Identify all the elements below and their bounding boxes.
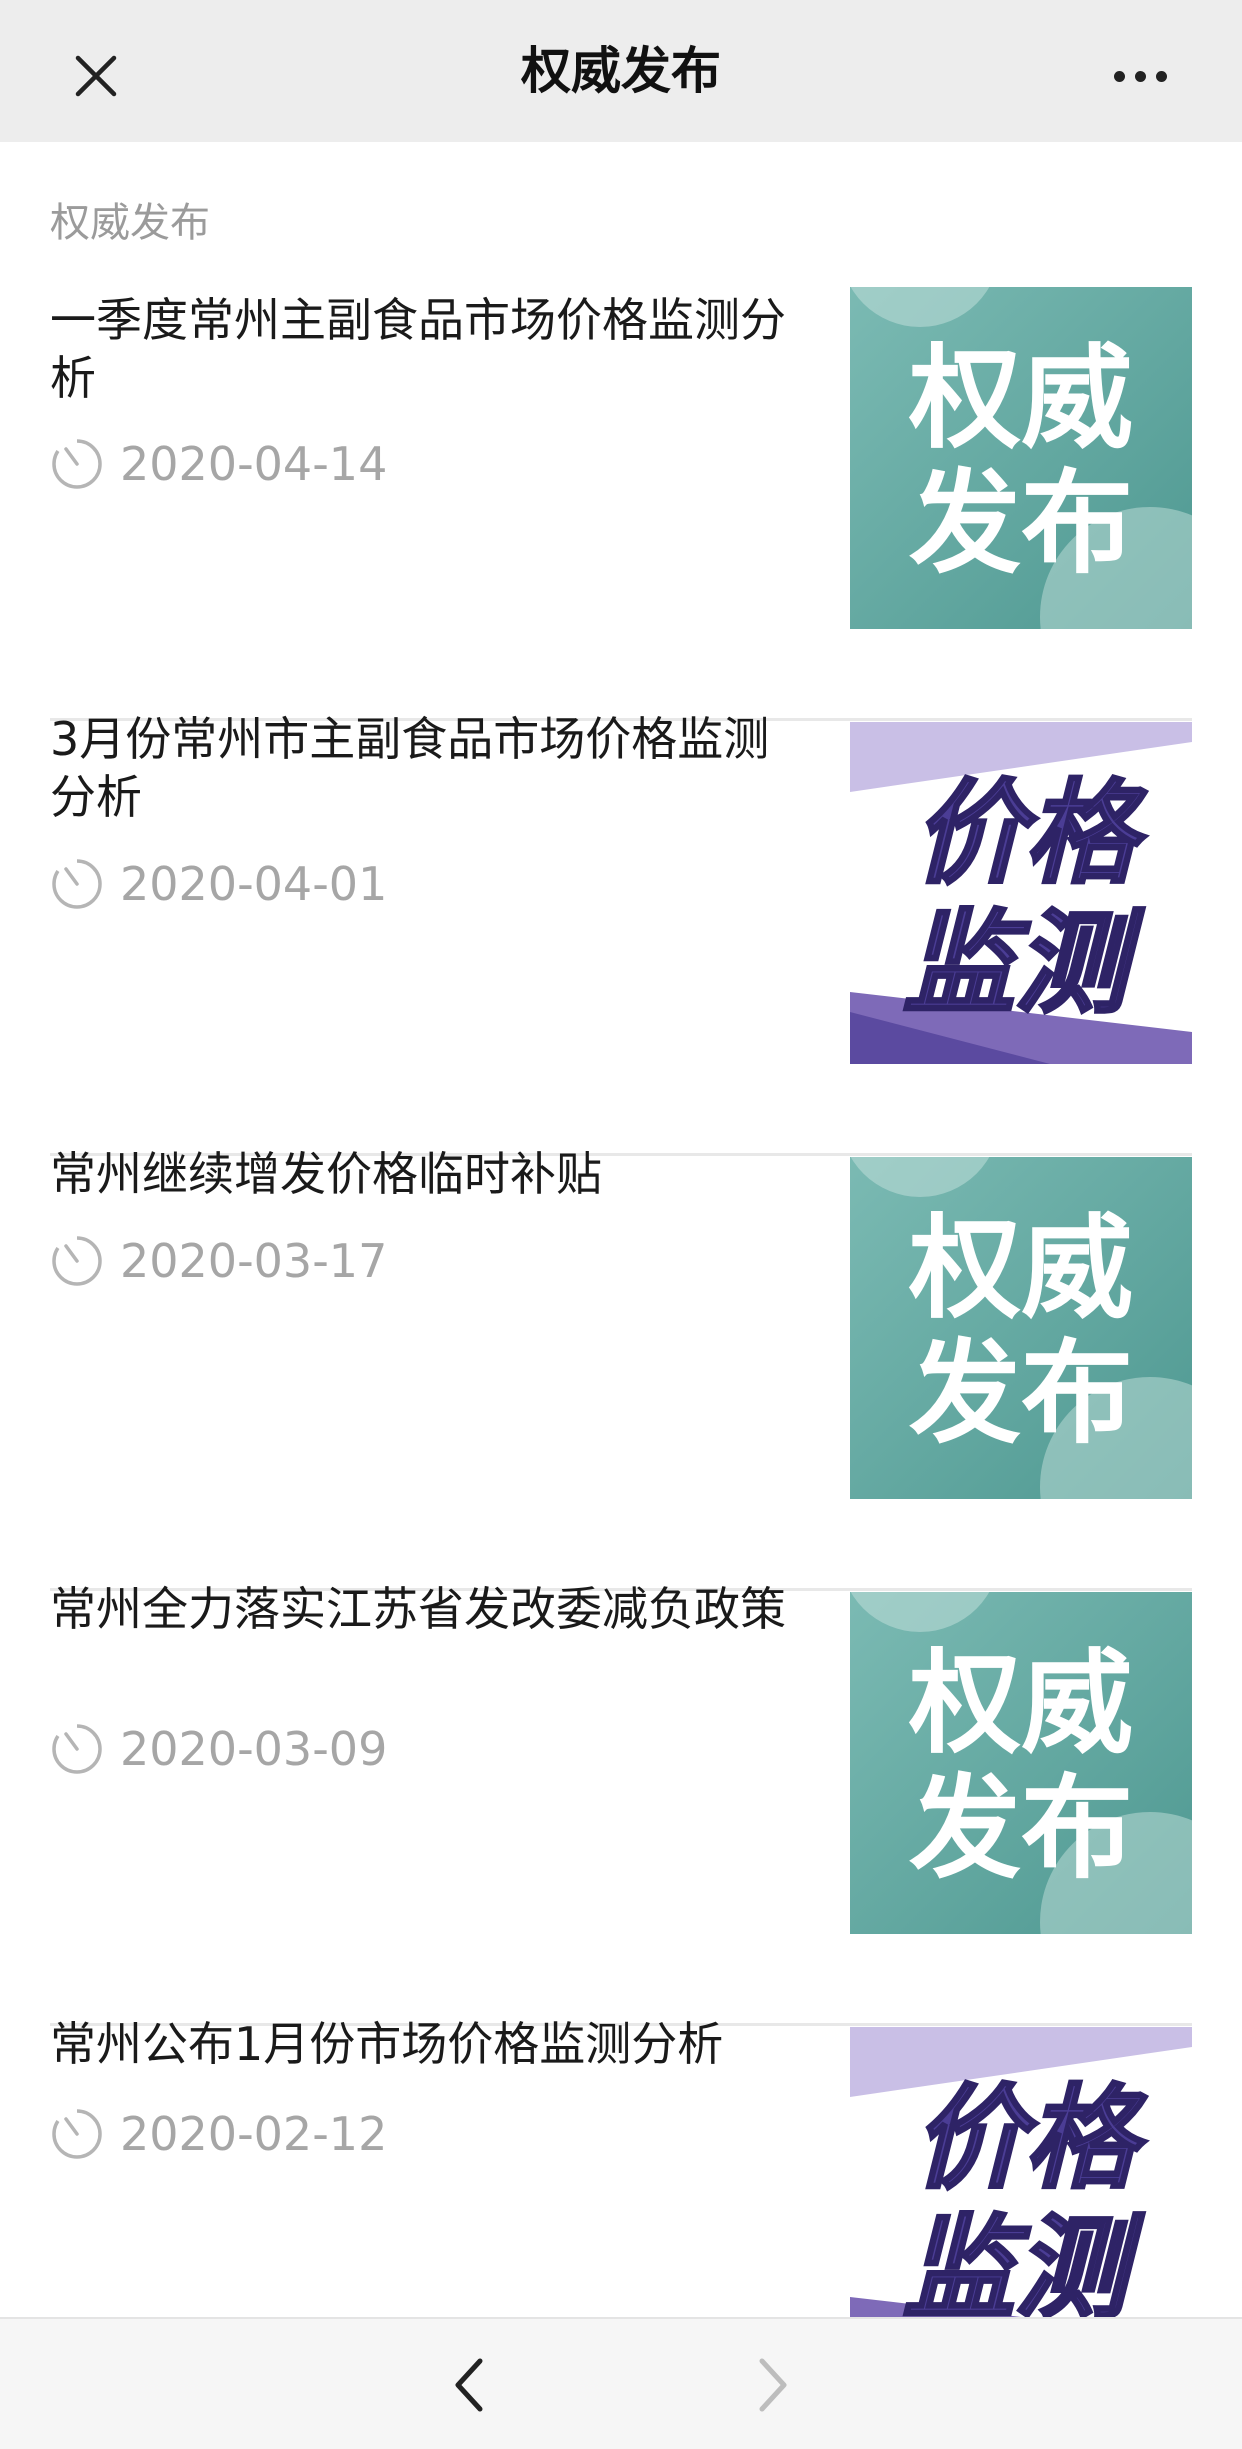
article-date: 2020-02-12 <box>50 2107 387 2161</box>
chevron-right-icon <box>759 2358 787 2412</box>
section-label: 权威发布 <box>50 200 210 246</box>
article-date: 2020-03-17 <box>50 1234 387 1288</box>
article-title: 常州公布1月份市场价格监测分析 <box>50 2017 724 2071</box>
forward-button[interactable] <box>742 2349 802 2421</box>
top-bar: 权威发布 <box>0 0 1242 142</box>
article-thumbnail: 权威 发布 <box>850 287 1192 629</box>
svg-text:价格: 价格 <box>913 769 1147 899</box>
article-list: 权威发布 一季度常州主副食品市场价格监测分析 2020-04-14 权威 发布 … <box>0 142 1242 2317</box>
svg-text:发布: 发布 <box>909 459 1133 589</box>
list-item[interactable]: 常州全力落实江苏省发改委减负政策 2020-03-09 权威 发布 <box>50 1582 1192 2026</box>
article-thumbnail: 权威 发布 <box>850 1592 1192 1934</box>
date-text: 2020-04-14 <box>120 437 388 491</box>
svg-text:权威: 权威 <box>908 1639 1133 1769</box>
svg-text:权威: 权威 <box>908 1204 1133 1334</box>
svg-text:价格: 价格 <box>913 2074 1147 2204</box>
article-date: 2020-04-01 <box>50 857 387 911</box>
date-text: 2020-03-17 <box>120 1234 388 1288</box>
clock-icon <box>52 437 102 489</box>
page-title: 权威发布 <box>521 42 721 100</box>
list-item[interactable]: 一季度常州主副食品市场价格监测分析 2020-04-14 权威 发布 <box>50 287 1192 721</box>
date-text: 2020-03-09 <box>120 1722 388 1776</box>
clock-icon <box>52 1234 102 1286</box>
clock-icon <box>52 857 102 909</box>
back-button[interactable] <box>440 2349 500 2421</box>
article-thumbnail: 价格 监测 <box>850 722 1192 1064</box>
article-date: 2020-04-14 <box>50 437 387 491</box>
date-text: 2020-02-12 <box>120 2107 388 2161</box>
svg-text:监测: 监测 <box>903 2204 1145 2317</box>
more-button[interactable] <box>1098 40 1182 112</box>
list-item[interactable]: 3月份常州市主副食品市场价格监测分析 2020-04-01 价格 监测 <box>50 712 1192 1156</box>
list-item[interactable]: 常州公布1月份市场价格监测分析 2020-02-12 价格 监测 <box>50 2017 1192 2317</box>
clock-icon <box>52 2107 102 2159</box>
article-title: 3月份常州市主副食品市场价格监测分析 <box>50 712 770 824</box>
article-thumbnail: 权威 发布 <box>850 1157 1192 1499</box>
article-date: 2020-03-09 <box>50 1722 387 1776</box>
chevron-left-icon <box>455 2358 483 2412</box>
svg-text:发布: 发布 <box>909 1764 1133 1894</box>
svg-text:监测: 监测 <box>903 899 1145 1029</box>
svg-text:权威: 权威 <box>908 334 1133 464</box>
clock-icon <box>52 1722 102 1774</box>
bottom-nav-bar <box>0 2317 1242 2449</box>
list-item[interactable]: 常州继续增发价格临时补贴 2020-03-17 权威 发布 <box>50 1147 1192 1591</box>
date-text: 2020-04-01 <box>120 857 388 911</box>
svg-text:发布: 发布 <box>909 1329 1133 1459</box>
article-title: 常州全力落实江苏省发改委减负政策 <box>50 1582 786 1636</box>
article-title: 一季度常州主副食品市场价格监测分析 <box>50 293 786 405</box>
more-dots-icon <box>1113 70 1125 82</box>
article-title: 常州继续增发价格临时补贴 <box>50 1147 602 1201</box>
article-thumbnail: 价格 监测 <box>850 2027 1192 2317</box>
